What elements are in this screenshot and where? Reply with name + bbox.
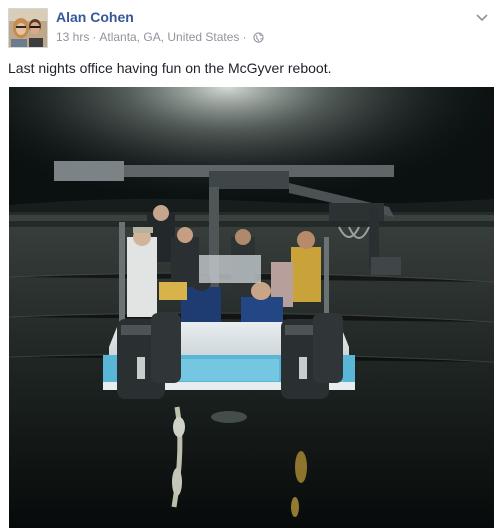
boat-film-crew-image <box>9 87 494 528</box>
post-photo[interactable] <box>9 87 494 528</box>
post-header: Alan Cohen 13 hrs · Atlanta, GA, United St… <box>0 0 499 52</box>
avatar[interactable] <box>8 8 48 48</box>
avatar-image <box>9 9 47 47</box>
author-name-link[interactable]: Alan Cohen <box>56 9 134 25</box>
location-link[interactable]: Atlanta, GA, United States <box>99 30 239 44</box>
meta-separator-2: · <box>242 30 247 44</box>
post-text: Last nights office having fun on the McG… <box>8 60 332 76</box>
meta-separator: · <box>92 30 97 44</box>
timestamp-link[interactable]: 13 hrs <box>56 30 89 44</box>
globe-icon[interactable] <box>253 32 265 46</box>
post-meta: 13 hrs · Atlanta, GA, United States · <box>56 30 265 46</box>
chevron-down-icon[interactable] <box>475 10 489 22</box>
